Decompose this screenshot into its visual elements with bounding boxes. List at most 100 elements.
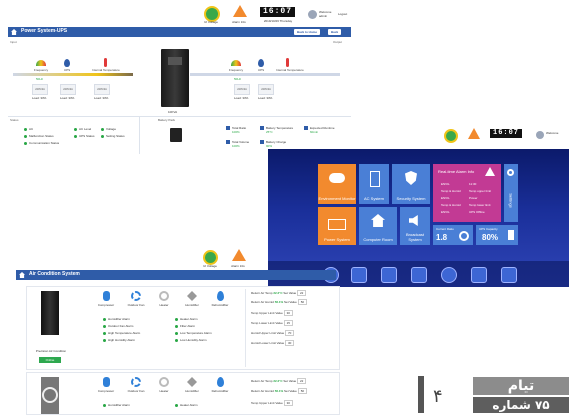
bottom-monitor-icon[interactable] [471,267,487,283]
status-low-humid-alarm: Low Humidity Alarm [175,338,207,342]
frequency-gauge-icon-right [231,60,241,66]
status-heater-alarm: Heater Alarm [175,317,198,321]
dehumidifier-label-2: Dehumidifier [211,389,229,393]
tile-security[interactable]: Security System [392,164,430,204]
bottom-home-icon[interactable] [501,267,517,283]
dash-voltage-icon[interactable] [444,129,458,143]
heater-icon [159,291,169,301]
output-label: Output [333,40,343,44]
disabled-icon [42,387,58,403]
ups-capacity-card[interactable]: UPS Capacity 80% [476,225,518,245]
dehumidifier-label: Dehumidifier [211,303,229,307]
settings-divider [245,289,246,367]
dash-user-avatar[interactable] [536,131,544,139]
humid-lower-limit: Humid Lower Limit Value 30 [251,340,295,346]
alarm-panel[interactable]: Real-time Alarm Info ENVIL 11:30 Temp & H… [433,164,501,222]
temp-upper-limit: Temp Upper Limit Value 30 [251,310,293,316]
status-high-humid-alarm: High Humidity Alarm [103,338,135,342]
alarm-row-1: ENVIL 11:30 [441,182,477,186]
frequency-gauge-icon [36,60,46,66]
thermometer-icon [104,58,107,67]
input-box-3: 220V/2A [94,84,110,95]
output-box-2: 220V/2A [258,84,274,95]
ups-capacity-value: 80% [482,233,499,242]
battery-total-volume-value: 100% [232,144,240,148]
tile-computer-room[interactable]: Computer Room [359,207,397,245]
settings-tab[interactable]: Settings [504,164,518,222]
ups-logout-link[interactable]: Logout [338,12,347,16]
gear-icon [507,169,514,176]
page-number: ۴ [433,386,443,407]
compressor-label: Compressor [97,303,115,307]
status-ups: UPS Status [74,134,95,138]
status-title: Status [10,118,19,122]
internal-temp-label-right: Internal Temperature [276,68,304,72]
ups-user-sub: admin [319,14,328,18]
heater-label-2: Heater [159,389,169,393]
tile-broadcast[interactable]: Broadcast System [400,207,430,245]
ac-alarm-label: Alarm Info [231,264,245,268]
ups-date: 2019/10/26 Thursday [263,19,293,23]
humidifier-icon-2 [187,377,197,387]
page-marker-bar [418,376,424,413]
fan-icon [131,291,141,301]
battery-temperature: Battery Temperature [260,126,293,131]
battery-divider [139,116,140,154]
fan-icon-2 [131,377,141,387]
alarm-row-5: ENVIL UPS Offline [441,210,485,214]
tile-environment[interactable]: Environment Monitor [318,164,356,204]
bottom-plug-icon[interactable] [351,267,367,283]
sticker-top: تیام [473,377,569,395]
ac-voltage-icon[interactable] [203,250,218,265]
frequency-value-right: 50Hz [234,77,242,81]
current-ratio-card[interactable]: Current Ratio 1.8 [433,225,473,245]
ups-cabinet-panel [168,57,182,65]
current-ratio-label: Current Ratio [436,227,454,231]
ac-unit-icon [370,171,380,187]
battery-image [170,128,182,142]
ups-device-label: 10KVA [168,110,178,114]
back-home-button[interactable]: Back to Home [294,29,321,35]
status-outdoor-fan-alarm: Outdoor Fan Alarm [103,324,133,328]
dehumidifier-icon-2 [217,377,224,387]
tile-ac-system[interactable]: AC System [359,164,389,204]
input-line [13,73,133,76]
status-humidifier-alarm: Humidifier Alarm [103,317,130,321]
ups-sensor-label-right: UPS [257,68,265,72]
thermometer-icon-right [286,58,289,67]
outdoor-fan-label-2: Outdoor Fan [127,389,145,393]
status-ac-level: AC Level [74,127,91,131]
heater-label: Heater [159,303,169,307]
ups-alarm-icon[interactable] [233,5,247,17]
ac-unit-label: Precision Air Condition [35,349,67,353]
ac-alarm-icon[interactable] [232,249,246,261]
ac-cabinet-image-2 [41,377,59,414]
bottom-screen-icon[interactable] [411,267,427,283]
ac-panel: UI Voltage Alarm Info Air Condition Syst… [8,248,340,415]
ac-online-button[interactable]: Online [39,357,61,363]
alarm-row-4: Temp & Humid Temp lower limit [441,203,491,207]
back-button[interactable]: Back [328,29,342,35]
ups-alarm-label: Alarm Info [232,20,246,24]
dash-alarm-icon[interactable] [468,128,480,139]
house-icon [371,214,385,227]
home-icon[interactable] [11,29,17,35]
outdoor-fan-label: Outdoor Fan [127,303,145,307]
humidifier-label-2: Humidifier [185,389,199,393]
dash-header: 16:07 Welcome [440,126,568,148]
frequency-label-right: Frequency [228,68,244,72]
status-setting: Setting Status [101,134,125,138]
bottom-list-icon[interactable] [381,267,397,283]
ups-user-avatar[interactable] [308,10,317,19]
bottom-play-icon[interactable] [441,267,457,283]
alarm-row-3: ENVIL Power [441,196,478,200]
ac-unit-card-2: Compressor Outdoor Fan Heater Humidifier… [26,372,340,415]
status-heater-alarm-2: Heater Alarm [175,403,198,407]
tile-power[interactable]: Power System [318,207,356,245]
gauge-icon [459,231,469,241]
ups-drop-icon-right [258,59,264,67]
settings-label: Settings [508,193,514,208]
ac-home-icon[interactable] [19,272,25,278]
sticker-bottom: ۷۵ شماره [473,397,569,413]
frequency-label: Frequency [33,68,49,72]
